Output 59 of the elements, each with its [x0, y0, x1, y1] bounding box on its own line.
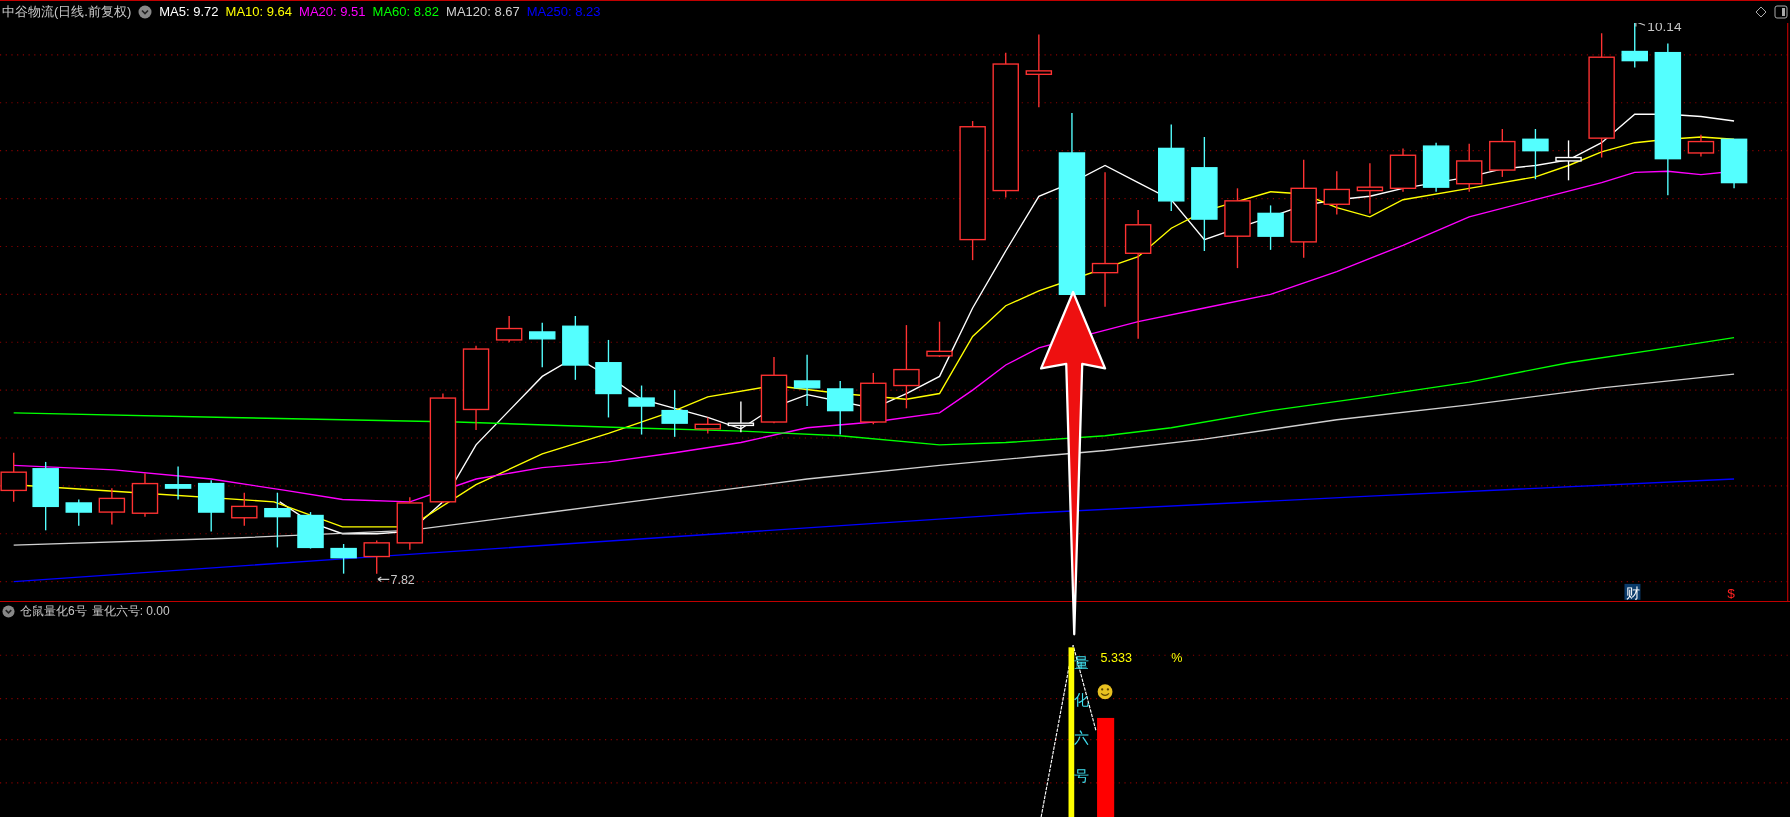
moving-average-label: MA250: 8.23 [526, 3, 601, 22]
candlestick [1455, 143, 1483, 193]
moving-average-label: MA120: 8.67 [446, 3, 520, 22]
candlestick [1489, 128, 1516, 178]
candlestick [1257, 204, 1284, 251]
diamond-icon[interactable] [1755, 6, 1767, 18]
candlestick [1356, 162, 1384, 215]
indicator-name: 仓鼠量化6号 [20, 603, 87, 620]
candlestick [131, 472, 159, 518]
candlestick [1522, 128, 1549, 180]
candlestick [98, 487, 126, 526]
candlestick [363, 539, 390, 575]
chevron-circle-icon[interactable] [138, 5, 153, 19]
candlestick [1323, 170, 1351, 216]
candlestick [826, 380, 854, 436]
candlestick [793, 354, 821, 407]
finance-badge-background [1624, 583, 1641, 600]
moving-average-label: MA60: 8.82 [372, 3, 440, 22]
candlestick [760, 356, 788, 424]
candlestick [1720, 138, 1748, 189]
candlestick [231, 492, 258, 527]
candlestick [926, 321, 953, 358]
candlestick [1422, 142, 1450, 193]
low-price-label: 7.82 [390, 572, 415, 587]
candlestick [562, 315, 589, 381]
finance-badge[interactable]: 财 [1625, 585, 1640, 601]
chevron-circle-icon[interactable] [2, 604, 15, 618]
candlestick [65, 498, 92, 527]
moving-average-label: MA5: 9.72 [159, 3, 219, 22]
pointer-icon [377, 576, 390, 583]
candlestick [396, 496, 424, 551]
smiley-icon [1097, 684, 1113, 700]
panel-toggle-icon[interactable] [1774, 5, 1788, 19]
candlestick [694, 416, 722, 435]
dollar-mark[interactable]: $ [1727, 585, 1735, 601]
pointer-icon [1635, 23, 1646, 27]
candlestick [1555, 139, 1582, 181]
candlestick [32, 461, 59, 531]
vertical-indicator-label: 量化六号 [1074, 654, 1090, 784]
indicator-value: 量化六号: 0.00 [91, 603, 170, 620]
candlestick [860, 372, 887, 425]
chart-title: 中谷物流(日线.前复权) [2, 3, 132, 22]
candlestick [628, 384, 655, 436]
candlestick [495, 315, 523, 343]
candlestick [164, 465, 192, 501]
candlestick [330, 543, 357, 575]
moving-average-label: MA20: 9.51 [299, 3, 366, 22]
percent-value: 5.333 [1100, 651, 1132, 666]
percent-sign: % [1171, 651, 1183, 666]
candlestick [1621, 23, 1648, 69]
candlestick [197, 479, 225, 533]
candlestick [264, 492, 291, 549]
candlestick [529, 322, 556, 368]
candlestick [297, 511, 324, 550]
candlestick [661, 389, 688, 438]
moving-average-label: MA10: 9.64 [225, 3, 293, 22]
candlestick [727, 400, 755, 433]
candlestick [1687, 134, 1715, 158]
candlestick [1389, 147, 1417, 193]
